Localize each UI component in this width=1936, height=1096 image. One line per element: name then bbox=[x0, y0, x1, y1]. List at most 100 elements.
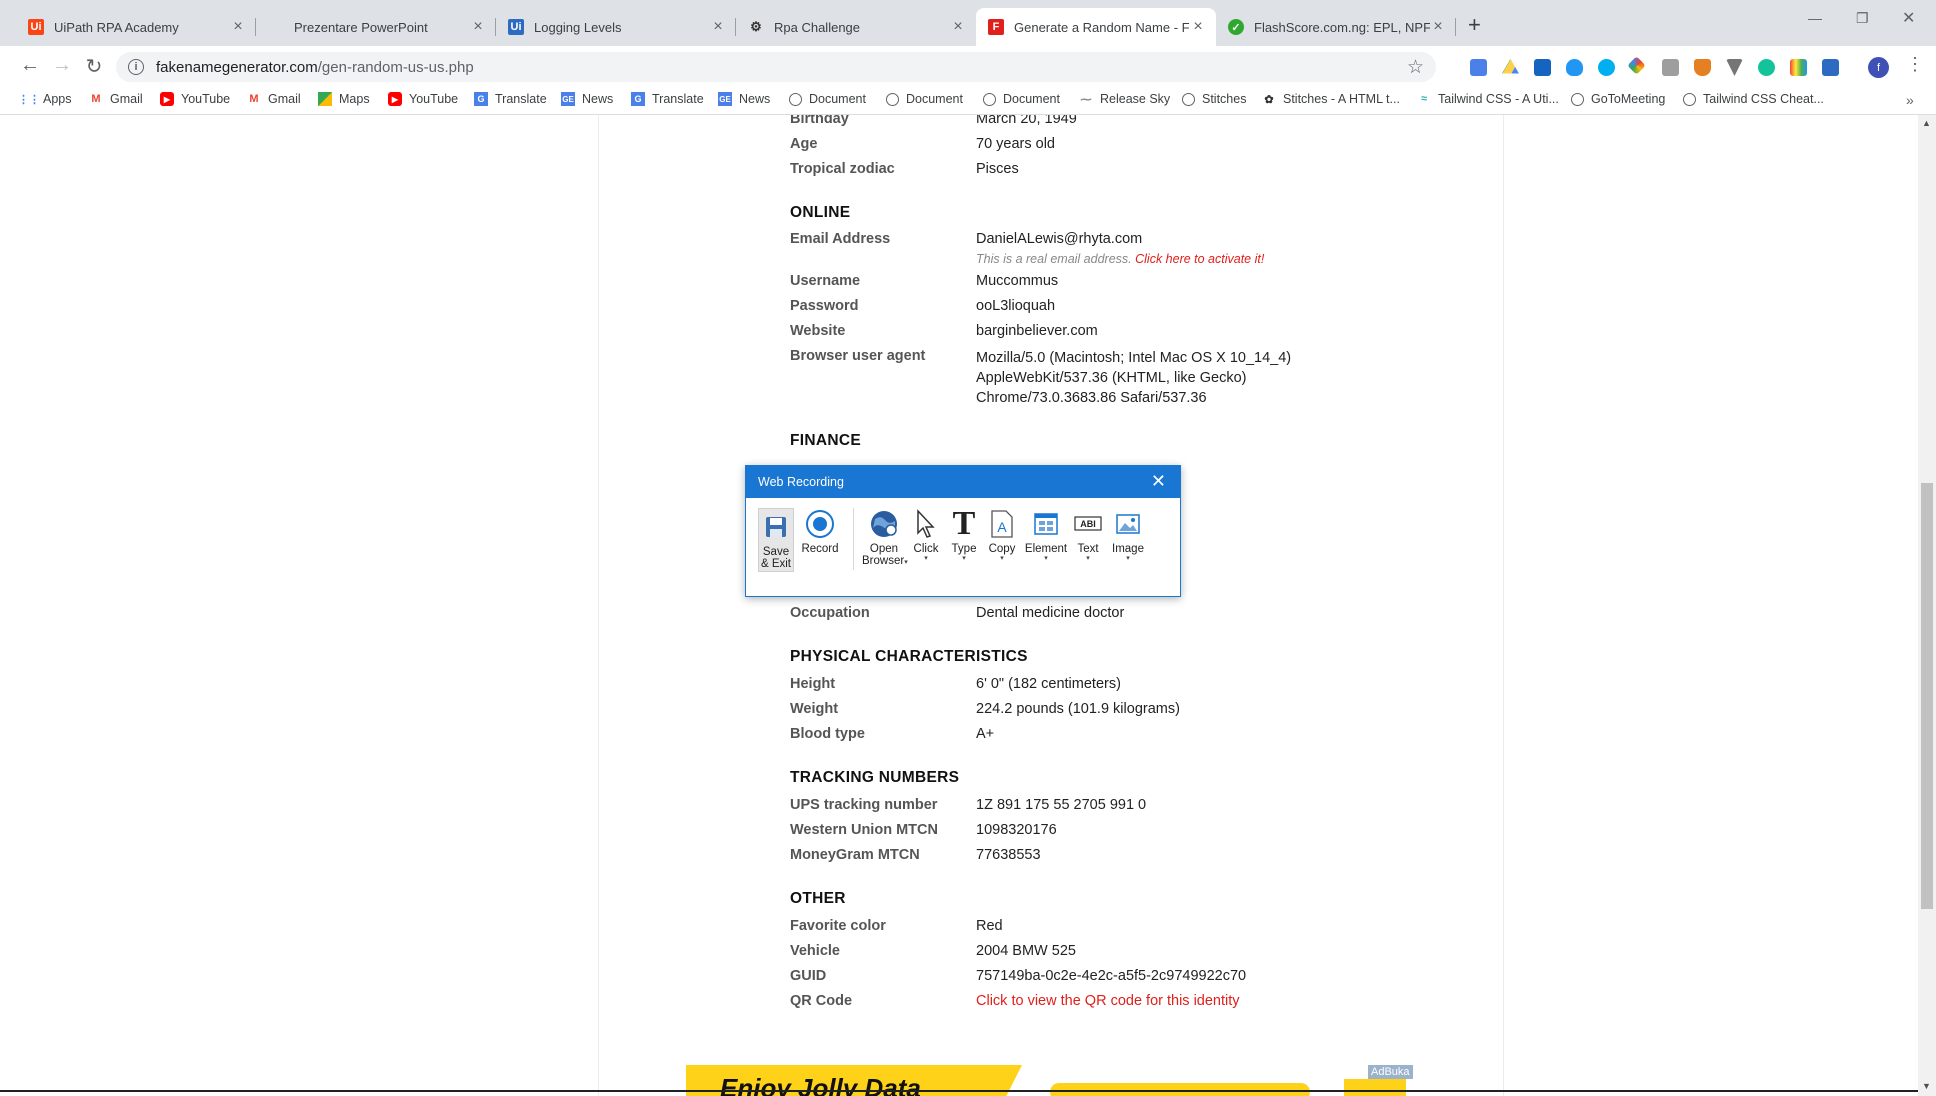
bookmark-label: Translate bbox=[495, 92, 547, 106]
close-tab-icon[interactable]: × bbox=[710, 18, 726, 36]
image-button[interactable]: Image ▾ bbox=[1106, 508, 1150, 563]
record-icon bbox=[798, 508, 842, 540]
tab-fake-name-generator[interactable]: F Generate a Random Name - Fake × bbox=[976, 8, 1216, 46]
physical-heading: PHYSICAL CHARACTERISTICS bbox=[790, 648, 1028, 665]
back-button[interactable]: ← bbox=[18, 54, 42, 77]
bookmark-tailwind[interactable]: ≈ Tailwind CSS - A Uti... bbox=[1417, 92, 1559, 106]
ad-banner-text[interactable]: Enjoy Jolly Data bbox=[720, 1073, 921, 1096]
bookmark-youtube[interactable]: ▶ YouTube bbox=[160, 92, 230, 106]
globe-icon bbox=[886, 92, 899, 106]
dropdown-caret-icon[interactable]: ▾ bbox=[1024, 555, 1068, 563]
copy-button[interactable]: A Copy ▾ bbox=[980, 508, 1024, 563]
more-bookmarks-icon[interactable]: » bbox=[1906, 92, 1914, 108]
svg-text:ABI: ABI bbox=[1080, 519, 1096, 529]
bookmark-stitches[interactable]: Stitches bbox=[1182, 92, 1246, 106]
height-value: 6' 0" (182 centimeters) bbox=[976, 676, 1121, 692]
dropdown-caret-icon[interactable]: ▾ bbox=[1106, 555, 1150, 563]
reload-button[interactable]: ↻ bbox=[82, 54, 106, 79]
scroll-down-icon[interactable]: ▼ bbox=[1922, 1081, 1931, 1091]
close-tab-icon[interactable]: × bbox=[470, 18, 486, 36]
bookmark-label: Document bbox=[809, 92, 866, 106]
tab-logging-levels[interactable]: Ui Logging Levels × bbox=[496, 8, 736, 46]
dropdown-caret-icon[interactable]: ▾ bbox=[1066, 555, 1110, 563]
bookmark-gmail[interactable]: M Gmail bbox=[89, 92, 142, 106]
bookmark-translate[interactable]: G Translate bbox=[474, 92, 547, 106]
ublock-extension-icon[interactable] bbox=[1694, 59, 1711, 76]
ad-banner-right[interactable] bbox=[1344, 1079, 1406, 1096]
dropdown-caret-icon[interactable]: ▾ bbox=[980, 555, 1024, 563]
scrollbar-thumb[interactable] bbox=[1921, 483, 1933, 909]
bookmark-news[interactable]: GE News bbox=[561, 92, 613, 106]
element-button[interactable]: Element ▾ bbox=[1024, 508, 1068, 563]
dialog-title-bar[interactable]: Web Recording ✕ bbox=[746, 466, 1180, 498]
blood-type-label: Blood type bbox=[790, 726, 865, 742]
uipath-extension-icon[interactable] bbox=[1822, 59, 1839, 76]
text-button[interactable]: ABI Text ▾ bbox=[1066, 508, 1110, 563]
gmail-icon: M bbox=[91, 93, 101, 105]
favorite-color-value: Red bbox=[976, 918, 1003, 934]
tracking-heading: TRACKING NUMBERS bbox=[790, 769, 960, 786]
birthday-value: March 20, 1949 bbox=[976, 115, 1077, 127]
camera-extension-icon[interactable] bbox=[1662, 59, 1679, 76]
bookmark-stitches-html[interactable]: ✿ Stitches - A HTML t... bbox=[1262, 92, 1400, 106]
scroll-up-icon[interactable]: ▲ bbox=[1922, 118, 1931, 128]
close-tab-icon[interactable]: × bbox=[1190, 18, 1206, 36]
currency-extension-icon[interactable] bbox=[1534, 59, 1551, 76]
page-scrollbar[interactable]: ▲ ▼ bbox=[1918, 115, 1936, 1096]
grammarly-extension-icon[interactable] bbox=[1758, 59, 1775, 76]
bookmark-translate-2[interactable]: G Translate bbox=[631, 92, 704, 106]
tab-powerpoint[interactable]: Prezentare PowerPoint × bbox=[256, 8, 496, 46]
info-icon[interactable]: i bbox=[128, 59, 144, 75]
blank-page-icon bbox=[268, 19, 284, 35]
skype-extension-icon[interactable] bbox=[1598, 59, 1615, 76]
address-bar[interactable]: i fakenamegenerator.com/gen-random-us-us… bbox=[116, 52, 1436, 82]
bookmark-star-icon[interactable]: ☆ bbox=[1407, 56, 1424, 79]
close-tab-icon[interactable]: × bbox=[230, 18, 246, 36]
bookmark-tailwind-cheat[interactable]: Tailwind CSS Cheat... bbox=[1683, 92, 1824, 106]
bookmark-apps[interactable]: ⋮⋮ Apps bbox=[18, 92, 72, 106]
save-and-exit-button[interactable]: Save & Exit bbox=[758, 508, 794, 572]
drive-extension-icon[interactable] bbox=[1502, 59, 1519, 74]
chrome-menu-icon[interactable]: ⋮ bbox=[1906, 54, 1924, 75]
maximize-button[interactable]: ❐ bbox=[1856, 10, 1869, 27]
open-browser-button[interactable]: Open Browser▾ bbox=[862, 508, 908, 567]
bookmark-release-sky[interactable]: ⁓ Release Sky bbox=[1079, 92, 1171, 106]
tab-rpa-challenge[interactable]: ⚙ Rpa Challenge × bbox=[736, 8, 976, 46]
close-tab-icon[interactable]: × bbox=[1430, 18, 1446, 36]
bookmark-youtube-2[interactable]: ▶ YouTube bbox=[388, 92, 458, 106]
password-label: Password bbox=[790, 298, 859, 314]
colorful-extension-icon[interactable] bbox=[1627, 56, 1646, 75]
moneygram-value: 77638553 bbox=[976, 847, 1041, 863]
url-host: fakenamegenerator.com bbox=[156, 58, 318, 76]
tab-title: Rpa Challenge bbox=[774, 19, 861, 35]
vue-extension-icon[interactable] bbox=[1726, 59, 1743, 76]
ad-badge[interactable]: AdBuka bbox=[1368, 1065, 1413, 1079]
bookmark-document-1[interactable]: Document bbox=[789, 92, 866, 106]
profile-avatar[interactable]: f bbox=[1868, 57, 1889, 78]
dialog-title: Web Recording bbox=[758, 475, 844, 489]
bookmark-gmail-2[interactable]: M Gmail bbox=[247, 92, 300, 106]
palette-extension-icon[interactable] bbox=[1790, 59, 1807, 76]
close-window-button[interactable]: ✕ bbox=[1902, 8, 1915, 28]
tab-uipath-academy[interactable]: Ui UiPath RPA Academy × bbox=[16, 8, 256, 46]
minimize-button[interactable]: — bbox=[1808, 10, 1822, 26]
record-button[interactable]: Record bbox=[798, 508, 842, 555]
qr-code-label: QR Code bbox=[790, 993, 853, 1009]
close-tab-icon[interactable]: × bbox=[950, 18, 966, 36]
forward-button[interactable]: → bbox=[50, 54, 74, 77]
shield-extension-icon[interactable] bbox=[1566, 59, 1583, 76]
guid-value: 757149ba-0c2e-4e2c-a5f5-2c9749922c70 bbox=[976, 968, 1247, 984]
close-icon[interactable]: ✕ bbox=[1151, 471, 1166, 492]
bookmark-document-2[interactable]: Document bbox=[886, 92, 963, 106]
qr-code-link[interactable]: Click to view the QR code for this ident… bbox=[976, 993, 1240, 1009]
bookmark-gotomeeting[interactable]: GoToMeeting bbox=[1571, 92, 1665, 106]
western-union-value: 1098320176 bbox=[976, 822, 1057, 838]
bookmark-maps[interactable]: Maps bbox=[318, 92, 370, 106]
translate-extension-icon[interactable] bbox=[1470, 59, 1487, 76]
translate-icon: G bbox=[474, 92, 488, 106]
bookmark-news-2[interactable]: GE News bbox=[718, 92, 770, 106]
new-tab-button[interactable]: + bbox=[1468, 12, 1481, 38]
activate-email-link[interactable]: Click here to activate it! bbox=[1135, 252, 1264, 266]
tab-flashscore[interactable]: ✓ FlashScore.com.ng: EPL, NPFL - L × bbox=[1216, 8, 1456, 46]
bookmark-document-3[interactable]: Document bbox=[983, 92, 1060, 106]
